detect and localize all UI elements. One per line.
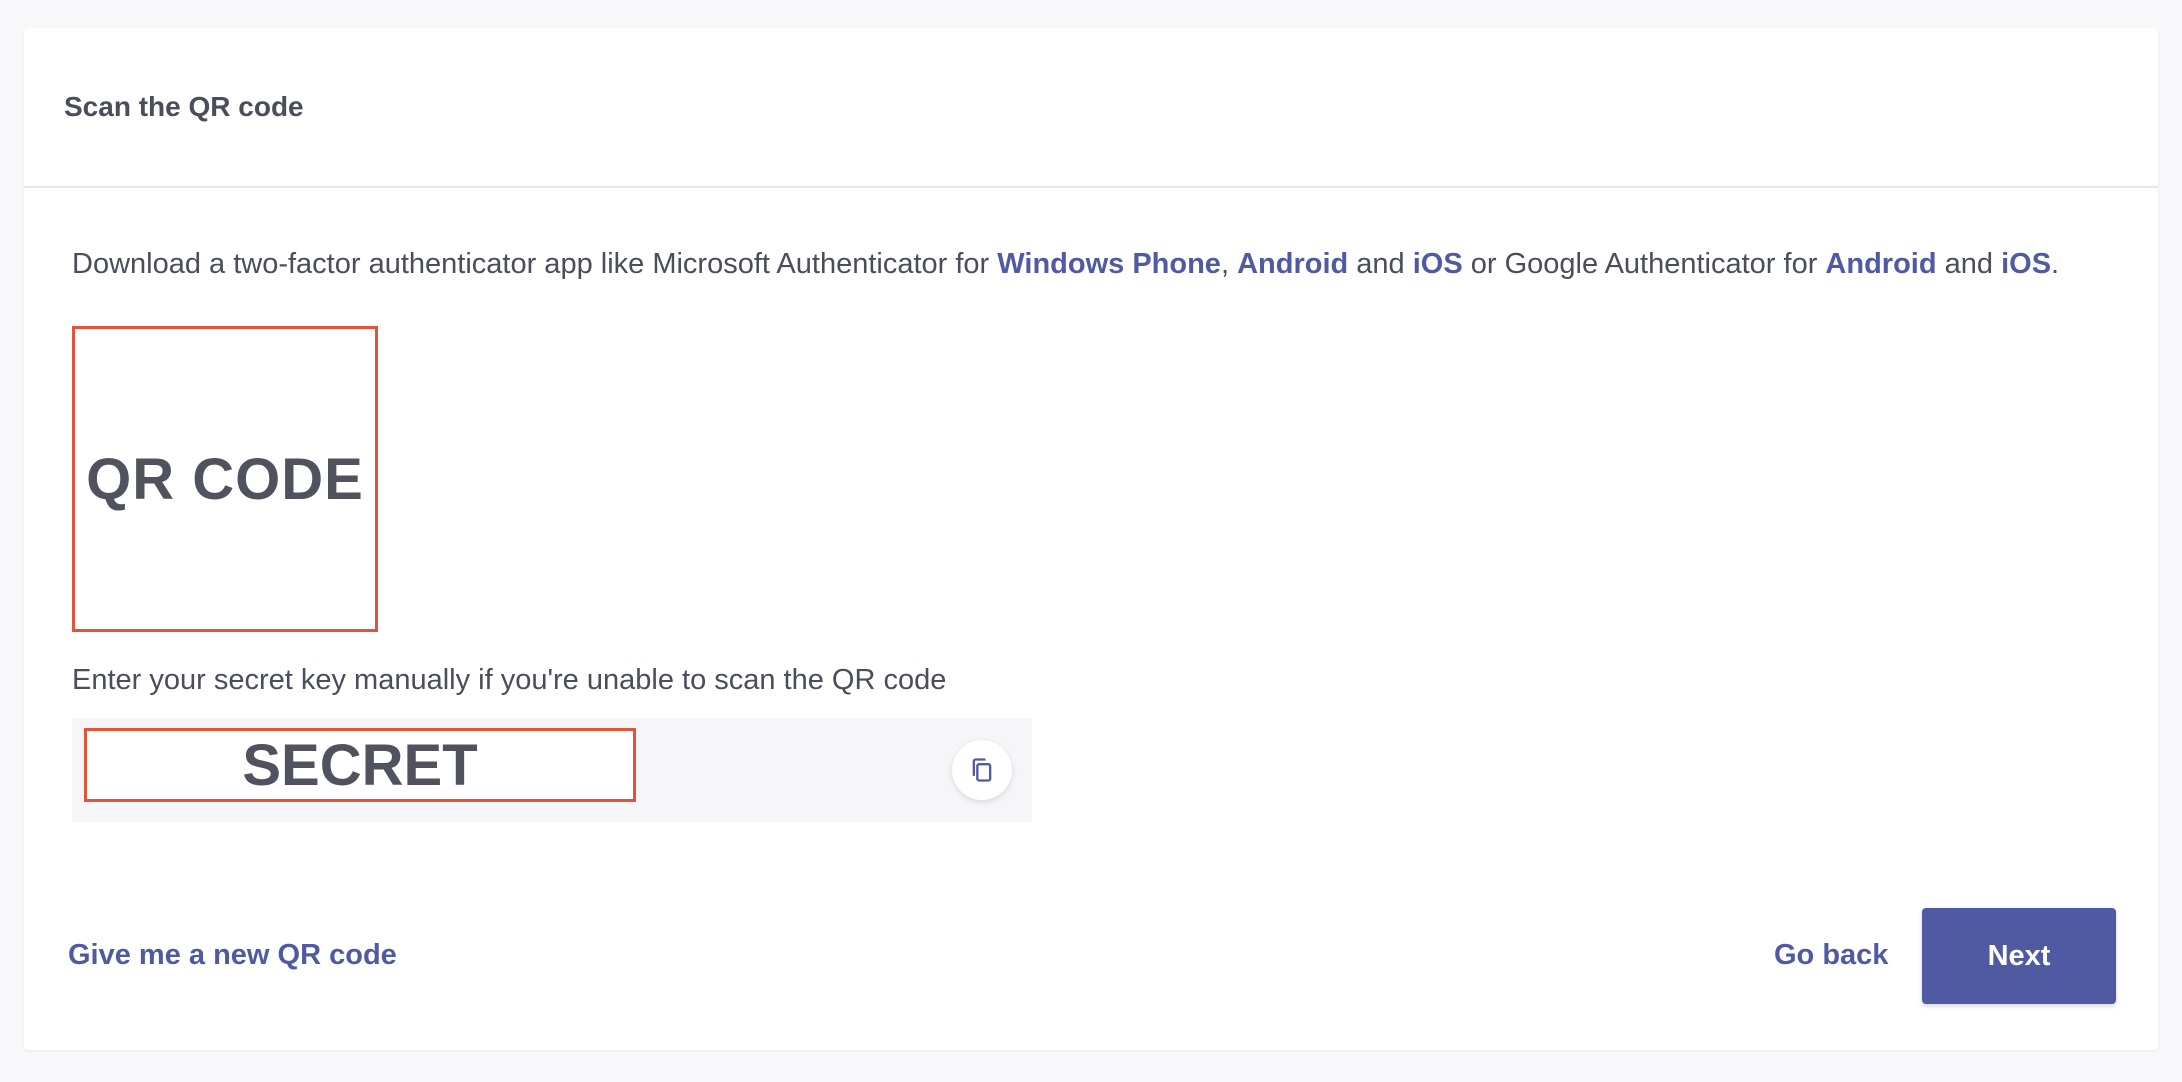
intro-and: and bbox=[1348, 248, 1413, 280]
go-back-button[interactable]: Go back bbox=[1774, 933, 1888, 977]
windows-phone-link[interactable]: Windows Phone bbox=[997, 248, 1221, 280]
qr-code-placeholder: QR CODE bbox=[86, 446, 364, 512]
next-button[interactable]: Next bbox=[1922, 908, 2116, 1004]
secret-key-field: SECRET bbox=[72, 718, 1032, 822]
card-header: Scan the QR code bbox=[24, 28, 2158, 188]
copy-secret-button[interactable] bbox=[952, 740, 1012, 800]
google-ios-link[interactable]: iOS bbox=[2001, 248, 2051, 280]
new-qr-code-link[interactable]: Give me a new QR code bbox=[68, 933, 397, 977]
intro-and-google: and bbox=[1936, 248, 2002, 280]
qr-code-image: QR CODE bbox=[72, 326, 378, 632]
manual-key-hint: Enter your secret key manually if you're… bbox=[72, 664, 947, 696]
page-title: Scan the QR code bbox=[64, 91, 304, 122]
authenticator-instructions: Download a two-factor authenticator app … bbox=[72, 242, 2059, 286]
secret-key-value: SECRET bbox=[84, 728, 636, 802]
intro-end: . bbox=[2051, 248, 2060, 280]
intro-text: Download a two-factor authenticator app … bbox=[72, 248, 998, 280]
intro-text-google: or Google Authenticator for bbox=[1462, 248, 1826, 280]
microsoft-ios-link[interactable]: iOS bbox=[1413, 248, 1463, 280]
qr-setup-card: Scan the QR code Download a two-factor a… bbox=[24, 28, 2158, 1050]
copy-icon bbox=[972, 758, 992, 782]
intro-separator: , bbox=[1220, 248, 1238, 280]
microsoft-android-link[interactable]: Android bbox=[1237, 248, 1348, 280]
google-android-link[interactable]: Android bbox=[1825, 248, 1936, 280]
secret-key-text: SECRET bbox=[242, 732, 478, 798]
